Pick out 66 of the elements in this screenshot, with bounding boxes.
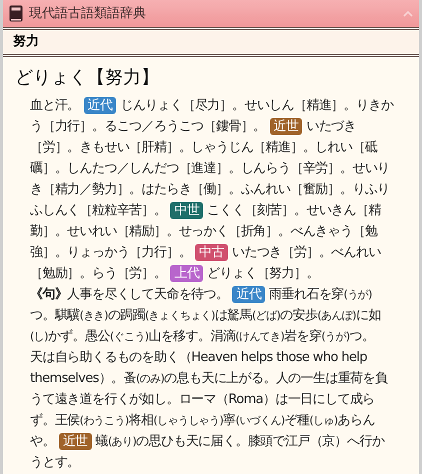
era-tag: 近代 <box>84 97 116 114</box>
reading-text: (きょくちょく) <box>145 308 215 324</box>
reading-text: (あんぽ) <box>317 309 356 324</box>
definition-text: themselves）。蚤 <box>30 370 136 388</box>
era-tag: 近世 <box>270 118 302 135</box>
reading-text: (し) <box>30 329 48 345</box>
definition-text: 雨垂れ石を穿 <box>269 286 344 304</box>
definition-text: ぞ種 <box>284 412 310 430</box>
definition-text: 人事を尽くして天命を待つ。 <box>67 286 228 304</box>
book-icon <box>9 5 23 22</box>
definition-text: ［勉励］。らう［労］。 <box>30 265 166 283</box>
era-tag: 近世 <box>58 433 92 450</box>
window-title: 現代語古語類語辞典 <box>29 4 147 23</box>
reading-text: (しゃうしゃう) <box>153 414 224 429</box>
definition-text: うて遠き道を行くが如し。ローマ（Roma）は一日にして成ら <box>30 391 375 409</box>
definition-text: こくく［刻苦］。せいきん［精 <box>207 202 381 220</box>
definition-text: 将相 <box>128 412 154 430</box>
definition-text: じんりょく［尽力］。せいしん［精進］。りきか <box>120 97 394 115</box>
definition-text: 礪］。しんたつ／しんだつ［進達］。しんらう［辛労］。せいり <box>30 160 390 178</box>
definition-text: の息も天に上がる。人の一生は重荷を負 <box>164 370 388 388</box>
definition-text: ず。王侯 <box>30 412 80 430</box>
era-tag: 中古 <box>195 244 228 261</box>
reading-text: (けんてき) <box>235 330 284 345</box>
reading-text: (うが) <box>321 330 350 345</box>
reading-text: (いづくん) <box>236 413 285 429</box>
definition-text: は駑馬 <box>214 307 252 325</box>
definition-text: ふしんく［粒粒辛苦］。 <box>30 202 166 220</box>
definition-text: の跼躅 <box>108 307 145 325</box>
headword: どりょく【努力】 <box>15 66 159 90</box>
definition-text: や。 <box>30 433 55 451</box>
definition-text: に如 <box>356 307 381 325</box>
definition-text: つ。 <box>350 328 374 346</box>
definition-text: 血と汗。 <box>30 97 80 115</box>
definition-text: 岩を穿 <box>284 328 322 346</box>
definition-text: あらん <box>338 412 375 430</box>
header-title: 努力 <box>13 33 39 52</box>
definition-text: つ。騏驥 <box>30 307 80 325</box>
chevron-up-icon[interactable] <box>403 10 413 17</box>
definition-text: うとす。 <box>30 454 80 472</box>
era-tag: 中世 <box>170 202 204 219</box>
reading-text: (のみ) <box>136 371 164 387</box>
definition-text: かず。愚公 <box>48 328 110 346</box>
definition-text: いたつき［労］。べんれい <box>232 244 381 262</box>
definition-text: の安歩 <box>280 307 318 325</box>
reading-text: (きき) <box>80 309 108 324</box>
definition-text: ［労］。きもせい［肝精］。しゃうじん［精進］。しれい［砥 <box>30 139 378 157</box>
reading-text: (うが) <box>344 287 372 303</box>
proverb-label: 《句》 <box>30 286 68 304</box>
definition-text: の思ひも天に届く。膝頭で江戸（京）へ行か <box>136 433 384 451</box>
reading-text: (わうこう) <box>80 414 129 429</box>
reading-text: (ぐこう) <box>110 330 148 345</box>
reading-text: (あり) <box>108 434 136 450</box>
definition-text: 天は自ら助くるものを助く（Heaven helps those who help <box>30 349 368 367</box>
definition-text: どりょく［努力］。 <box>207 265 319 283</box>
era-tag: 近代 <box>232 286 266 303</box>
reading-text: (しゅ) <box>309 413 338 429</box>
definition-text: 強］。りょっかう［力行］。 <box>30 244 192 262</box>
reading-text: (どば) <box>252 308 280 324</box>
era-tag: 上代 <box>170 265 204 282</box>
definition-text: 蟻 <box>96 433 108 451</box>
definition-text: 勤］。せいれい［精励］。せっかく［折角］。べんきゃう［勉 <box>30 223 378 241</box>
definition-text: 山を移す。涓滴 <box>148 328 236 346</box>
definition-text: いたづき <box>306 118 356 136</box>
definition-text: 寧 <box>223 412 236 430</box>
definition-text: き［精力／勢力］。はたらき［働］。ふんれい［奮励］。りふり <box>30 181 390 199</box>
definition-text: う［力行］。るこつ／ろうこつ［鏤骨］。 <box>30 118 266 136</box>
